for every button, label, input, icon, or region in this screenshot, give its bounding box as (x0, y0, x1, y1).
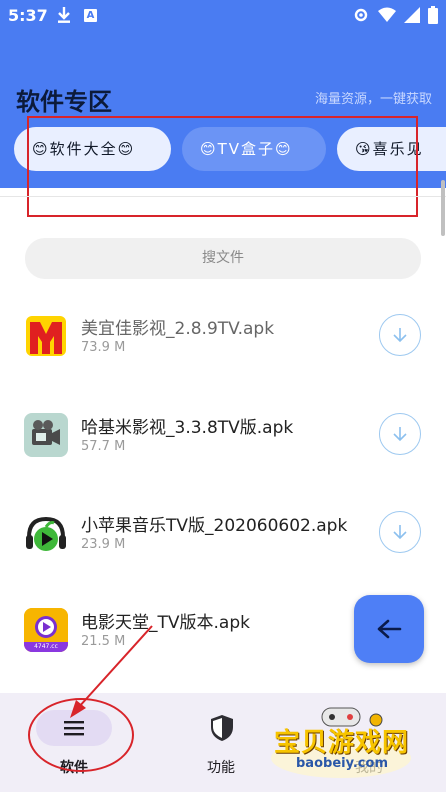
status-time: 5:37 (8, 6, 48, 25)
status-bar: 5:37 A (0, 0, 446, 32)
file-name: 美宜佳影视_2.8.9TV.apk (81, 319, 275, 339)
download-icon (58, 7, 70, 23)
shield-icon[interactable] (209, 714, 235, 742)
divider (0, 196, 446, 197)
scrollbar-thumb[interactable] (441, 180, 445, 236)
meiyijia-icon (24, 314, 68, 358)
page-subtitle: 海量资源，一键获取 (314, 92, 432, 107)
file-name: 哈基米影视_3.3.8TV版.apk (81, 418, 294, 438)
hajimi-icon (24, 413, 68, 457)
file-name: 小苹果音乐TV版_202060602.apk (81, 516, 348, 536)
settings-status-icon (354, 8, 368, 22)
file-row-meiyijia[interactable]: 美宜佳影视_2.8.9TV.apk 73.9 M (0, 314, 446, 394)
watermark-url: baobeiy.com (296, 756, 388, 771)
wifi-icon (378, 7, 396, 22)
apple-music-icon (24, 511, 68, 555)
annotation-rectangle (27, 116, 418, 217)
watermark-text: 宝贝游戏网 (274, 728, 410, 758)
file-size: 23.9 M (81, 537, 126, 552)
search-input[interactable]: 搜文件 (25, 238, 421, 279)
file-size: 21.5 M (81, 634, 126, 649)
download-button[interactable] (379, 314, 421, 356)
watermark-logo: 宝贝游戏网 baobeiy.com (266, 698, 416, 782)
movie-heaven-icon: 4747.cc (24, 608, 68, 652)
file-row-hajimi[interactable]: 哈基米影视_3.3.8TV版.apk 57.7 M (0, 413, 446, 493)
download-arrow-icon (393, 427, 407, 442)
download-button[interactable] (379, 413, 421, 455)
download-button[interactable] (379, 511, 421, 553)
status-right (352, 6, 438, 24)
signal-icon (404, 7, 420, 23)
page-title: 软件专区 (16, 88, 112, 116)
file-row-apple-music[interactable]: 小苹果音乐TV版_202060602.apk 23.9 M (0, 511, 446, 591)
back-fab[interactable] (354, 595, 424, 663)
file-size: 73.9 M (81, 340, 126, 355)
app-notification-icon: A (84, 9, 97, 22)
download-arrow-icon (393, 328, 407, 343)
arrow-left-icon (377, 619, 402, 639)
icon-caption: 4747.cc (34, 643, 58, 650)
file-name: 电影天堂_TV版本.apk (81, 613, 250, 633)
download-arrow-icon (393, 525, 407, 540)
annotation-ellipse (28, 698, 134, 772)
file-size: 57.7 M (81, 439, 126, 454)
nav-label-function[interactable]: 功能 (207, 757, 235, 777)
battery-icon (428, 6, 438, 24)
